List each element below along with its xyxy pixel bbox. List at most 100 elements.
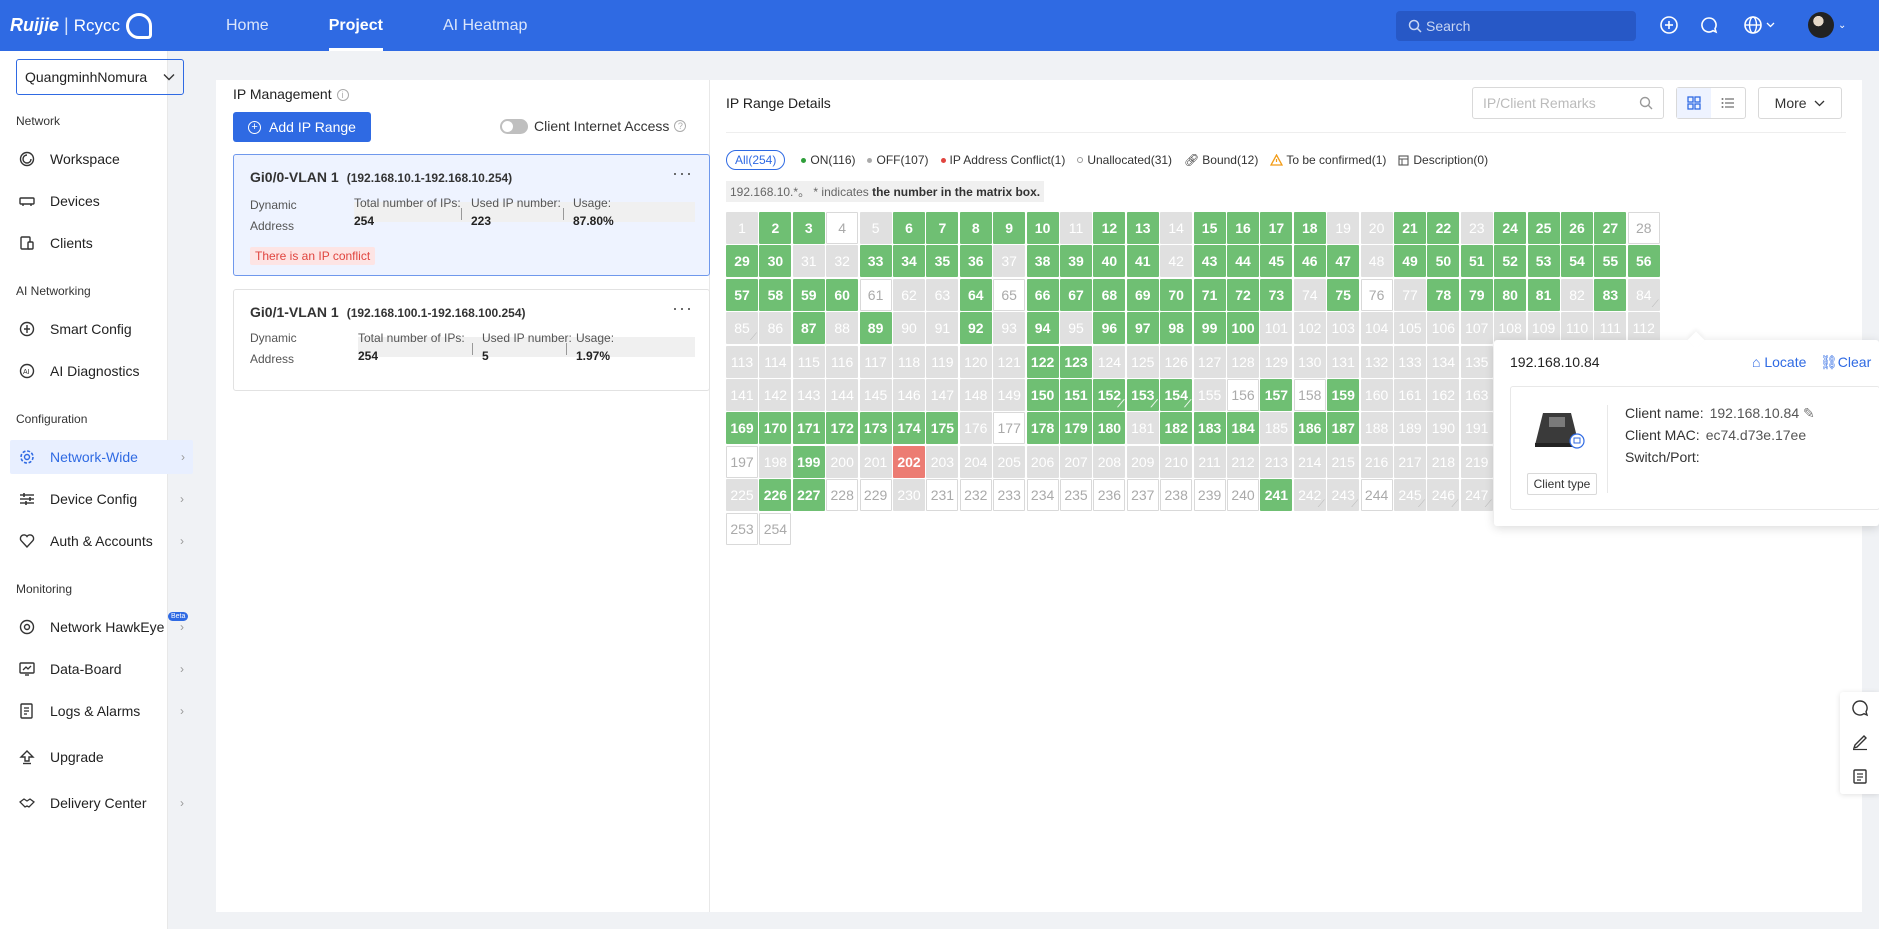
ip-cell-54[interactable]: 54 [1561, 245, 1593, 278]
ip-cell-76[interactable]: 76 [1360, 278, 1393, 311]
clear-button[interactable]: ⛓︎Clear [1820, 354, 1871, 371]
ip-cell-52[interactable]: 52 [1494, 245, 1527, 278]
ip-cell-56[interactable]: 56 [1627, 245, 1660, 278]
client-internet-access-toggle[interactable] [500, 118, 528, 134]
ip-cell-120[interactable]: 120 [959, 345, 992, 378]
ip-cell-141[interactable]: 141 [726, 379, 758, 411]
ip-cell-205[interactable]: 205 [993, 445, 1026, 478]
ip-cell-212[interactable]: 212 [1227, 445, 1259, 478]
ip-cell-122[interactable]: 122 [1026, 345, 1059, 378]
filter-on[interactable]: ON(116) [801, 153, 855, 167]
ip-cell-145[interactable]: 145 [859, 379, 892, 411]
sidebar-item-auth-accounts[interactable]: Auth & Accounts › [10, 524, 192, 558]
ip-cell-41[interactable]: 41 [1126, 245, 1159, 278]
filter-description[interactable]: Description(0) [1398, 153, 1488, 167]
ip-cell-245[interactable]: 245 ⟋ [1394, 479, 1426, 512]
ip-cell-35[interactable]: 35 [926, 245, 959, 278]
ip-cell-202[interactable]: 202 [893, 445, 925, 478]
ip-cell-129[interactable]: 129 [1260, 345, 1293, 378]
sidebar-item-devices[interactable]: Devices [10, 184, 192, 218]
ip-cell-36[interactable]: 36 [959, 245, 992, 278]
ip-cell-183[interactable]: 183 [1193, 412, 1226, 445]
ip-cell-188[interactable]: 188 [1360, 412, 1393, 445]
nav-ai-heatmap[interactable]: AI Heatmap [413, 0, 557, 51]
ip-cell-254[interactable]: 254 [759, 512, 792, 545]
ip-cell-72[interactable]: 72 [1227, 278, 1259, 311]
ip-cell-217[interactable]: 217 [1394, 445, 1426, 478]
ip-cell-214[interactable]: 214 [1293, 445, 1326, 478]
ip-cell-5[interactable]: 5 [859, 212, 892, 244]
ip-cell-153[interactable]: 153 ⟋ [1126, 379, 1159, 411]
ip-cell-17[interactable]: 17 [1260, 212, 1293, 244]
ip-remarks-search[interactable] [1472, 87, 1664, 119]
ip-range-card[interactable]: Gi0/0-VLAN 1 (192.168.10.1-192.168.10.254… [233, 154, 710, 276]
nav-project[interactable]: Project [299, 0, 413, 51]
ip-cell-85[interactable]: 85 ⟋ [726, 312, 758, 345]
ip-cell-19[interactable]: 19 [1327, 212, 1360, 244]
ip-cell-107[interactable]: 107 [1460, 312, 1493, 345]
ip-cell-150[interactable]: 150 [1026, 379, 1059, 411]
ip-cell-204[interactable]: 204 [959, 445, 992, 478]
ip-cell-240[interactable]: 240 [1227, 479, 1259, 512]
ip-cell-51[interactable]: 51 [1460, 245, 1493, 278]
ip-cell-87[interactable]: 87 [792, 312, 825, 345]
ip-cell-226[interactable]: 226 [759, 479, 792, 512]
ip-cell-236[interactable]: 236 [1093, 479, 1126, 512]
ip-cell-234[interactable]: 234 [1026, 479, 1059, 512]
ip-cell-203[interactable]: 203 [926, 445, 959, 478]
ip-cell-197[interactable]: 197 [726, 445, 758, 478]
filter-bound[interactable]: 🔗︎ Bound(12) [1184, 153, 1258, 167]
ip-cell-151[interactable]: 151 [1060, 379, 1092, 411]
ip-cell-219[interactable]: 219 [1460, 445, 1493, 478]
ip-cell-170[interactable]: 170 [759, 412, 792, 445]
filter-all[interactable]: All(254) [726, 150, 786, 170]
ip-cell-206[interactable]: 206 [1026, 445, 1059, 478]
ip-cell-142[interactable]: 142 [759, 379, 792, 411]
ip-cell-99[interactable]: 99 [1193, 312, 1226, 345]
ip-cell-190[interactable]: 190 [1427, 412, 1460, 445]
ip-cell-58[interactable]: 58 [759, 278, 792, 311]
ip-cell-131[interactable]: 131 [1327, 345, 1360, 378]
ip-cell-97[interactable]: 97 [1126, 312, 1159, 345]
clipboard-icon[interactable] [1851, 767, 1869, 788]
ip-cell-162[interactable]: 162 [1427, 379, 1460, 411]
ip-cell-187[interactable]: 187 [1327, 412, 1360, 445]
ip-cell-169[interactable]: 169 [726, 412, 758, 445]
ip-cell-92[interactable]: 92 [959, 312, 992, 345]
ip-cell-211[interactable]: 211 [1193, 445, 1226, 478]
help-icon[interactable]: ? [674, 120, 687, 132]
ip-cell-133[interactable]: 133 [1394, 345, 1426, 378]
ip-cell-46[interactable]: 46 [1293, 245, 1326, 278]
ip-cell-94[interactable]: 94 [1026, 312, 1059, 345]
ip-cell-174[interactable]: 174 [893, 412, 925, 445]
ip-cell-113[interactable]: 113 [726, 345, 758, 378]
ip-cell-62[interactable]: 62 [893, 278, 925, 311]
more-options-icon[interactable]: ··· [672, 298, 693, 319]
ip-cell-229[interactable]: 229 [859, 479, 892, 512]
ip-cell-209[interactable]: 209 [1126, 445, 1159, 478]
sidebar-item-ai-diagnostics[interactable]: AI AI Diagnostics [10, 354, 192, 388]
ip-cell-91[interactable]: 91 [926, 312, 959, 345]
ip-cell-231[interactable]: 231 [926, 479, 959, 512]
ip-cell-82[interactable]: 82 [1561, 278, 1593, 311]
ip-cell-198[interactable]: 198 [759, 445, 792, 478]
ip-cell-106[interactable]: 106 [1427, 312, 1460, 345]
ip-cell-225[interactable]: 225 [726, 479, 758, 512]
global-search[interactable] [1396, 11, 1636, 41]
ip-cell-157[interactable]: 157 [1260, 379, 1293, 411]
sidebar-item-network-wide[interactable]: Network-Wide › [10, 440, 193, 474]
ip-cell-132[interactable]: 132 [1360, 345, 1393, 378]
ip-cell-144[interactable]: 144 [826, 379, 859, 411]
sidebar-item-upgrade[interactable]: Upgrade [10, 740, 192, 774]
sidebar-item-clients[interactable]: Clients [10, 226, 192, 260]
ip-cell-127[interactable]: 127 [1193, 345, 1226, 378]
ip-cell-216[interactable]: 216 [1360, 445, 1393, 478]
ip-cell-53[interactable]: 53 [1527, 245, 1560, 278]
ip-cell-207[interactable]: 207 [1060, 445, 1092, 478]
ip-cell-182[interactable]: 182 [1160, 412, 1193, 445]
ip-cell-233[interactable]: 233 [993, 479, 1026, 512]
ip-cell-29[interactable]: 29 [726, 245, 758, 278]
ip-cell-213[interactable]: 213 [1260, 445, 1293, 478]
filter-off[interactable]: OFF(107) [867, 153, 929, 167]
ip-cell-104[interactable]: 104 [1360, 312, 1393, 345]
